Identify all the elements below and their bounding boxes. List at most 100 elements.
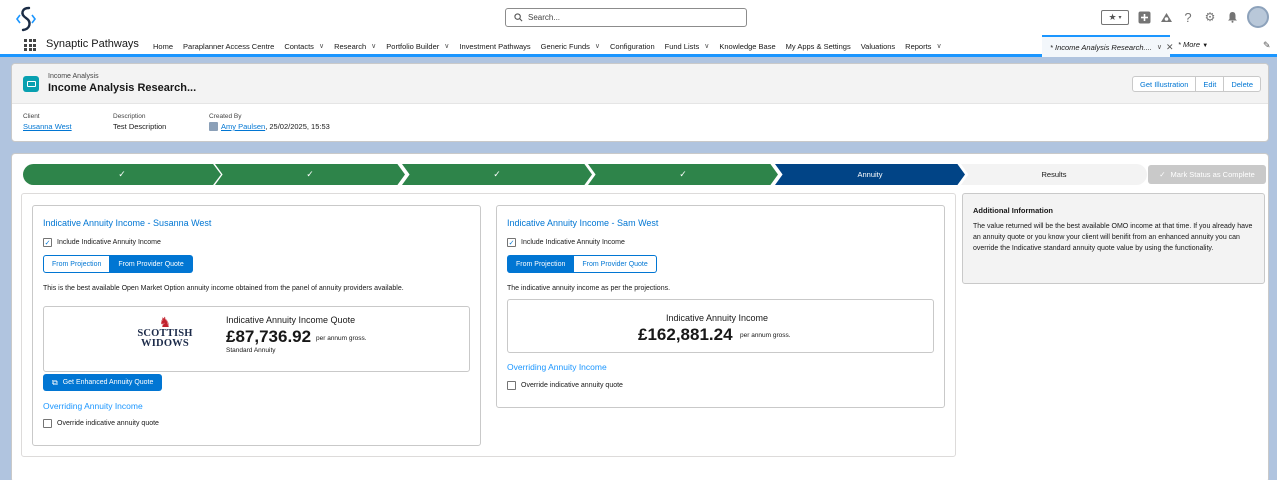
avatar[interactable] <box>1247 6 1269 28</box>
overriding-title: Overriding Annuity Income <box>507 362 607 372</box>
user-icon <box>209 122 218 131</box>
nav-item-label: Fund Lists <box>664 41 700 51</box>
chevron-down-icon[interactable]: ∨ <box>444 42 449 50</box>
nav-item-valuations[interactable]: Valuations <box>861 42 895 51</box>
annuity-amount: £87,736.92 <box>226 327 312 346</box>
nav-item-paraplanner-access-centre[interactable]: Paraplanner Access Centre <box>183 42 274 51</box>
created-by-date: , 25/02/2025, 15:53 <box>265 122 330 131</box>
status-path: ✓ ✓ ✓ ✓ Annuity Results <box>23 164 1147 185</box>
search-input[interactable]: Search... <box>505 8 747 27</box>
nav-item-investment-pathways[interactable]: Investment Pathways <box>459 42 530 51</box>
tab-label: * Income Analysis Research.... <box>1050 42 1152 52</box>
source-toggle: From Projection From Provider Quote <box>507 255 657 273</box>
include-annuity-checkbox[interactable]: ✓ <box>507 238 516 247</box>
override-checkbox[interactable] <box>43 419 52 428</box>
get-enhanced-annuity-quote-button[interactable]: ⧉ Get Enhanced Annuity Quote <box>43 374 163 391</box>
annuity-type: Standard Annuity <box>226 347 276 354</box>
nav-item-my-apps-settings[interactable]: My Apps & Settings <box>786 42 851 51</box>
nav-item-configuration[interactable]: Configuration <box>610 42 655 51</box>
from-provider-quote-button[interactable]: From Provider Quote <box>574 255 657 273</box>
check-icon: ✓ <box>1159 170 1166 179</box>
from-provider-quote-button[interactable]: From Provider Quote <box>110 255 193 273</box>
enhanced-button-label: Get Enhanced Annuity Quote <box>62 379 154 386</box>
nav-item-research[interactable]: Research ∨ <box>334 42 376 51</box>
favorites-button[interactable]: ★ ▾ <box>1101 9 1129 25</box>
chevron-down-icon[interactable]: ∨ <box>595 42 600 50</box>
chevron-down-icon[interactable]: ∨ <box>936 42 941 50</box>
nav-item-label: Home <box>153 41 174 51</box>
path-step-4[interactable]: ✓ <box>588 164 778 185</box>
nav-item-knowledge-base[interactable]: Knowledge Base <box>719 42 775 51</box>
source-toggle: From Projection From Provider Quote <box>43 255 193 273</box>
client-link[interactable]: Susanna West <box>23 122 72 131</box>
object-type-label: Income Analysis <box>48 73 99 80</box>
sam-annuity-panel: Indicative Annuity Income - Sam West ✓ I… <box>496 205 945 408</box>
provider-logo: ♞ SCOTTISH WIDOWS <box>135 315 195 349</box>
edit-button[interactable]: Edit <box>1195 76 1225 92</box>
help-icon[interactable]: ? <box>1181 10 1195 25</box>
app-launcher-icon[interactable] <box>24 39 36 51</box>
from-projection-button[interactable]: From Projection <box>507 255 575 273</box>
source-description: This is the best available Open Market O… <box>43 285 404 292</box>
chevron-down-icon[interactable]: ∨ <box>1157 43 1162 51</box>
chevron-down-icon[interactable]: ∨ <box>371 42 376 50</box>
created-by-user-link[interactable]: Amy Paulsen <box>221 122 265 131</box>
external-link-icon: ⧉ <box>52 377 58 387</box>
quote-box: ♞ SCOTTISH WIDOWS Indicative Annuity Inc… <box>43 306 470 372</box>
path-step-3[interactable]: ✓ <box>402 164 592 185</box>
path-step-annuity[interactable]: Annuity <box>775 164 965 185</box>
nav-item-label: My Apps & Settings <box>785 41 851 51</box>
app-name: Synaptic Pathways <box>46 38 139 50</box>
path-step-1[interactable]: ✓ <box>23 164 221 185</box>
chevron-down-icon: ▼ <box>1202 43 1209 49</box>
override-checkbox[interactable] <box>507 381 516 390</box>
nav-item-reports[interactable]: Reports ∨ <box>905 42 941 51</box>
quote-title: Indicative Annuity Income <box>666 313 769 323</box>
chevron-down-icon[interactable]: ∨ <box>704 42 709 50</box>
description-value: Test Description <box>113 122 167 131</box>
check-icon: ✓ <box>493 169 501 179</box>
annuity-amount: £162,881.24 <box>638 325 733 344</box>
nav-item-label: Research <box>334 41 367 51</box>
susanna-annuity-panel: Indicative Annuity Income - Susanna West… <box>32 205 481 446</box>
path-step-results[interactable]: Results <box>961 164 1147 185</box>
nav-item-home[interactable]: Home <box>153 42 173 51</box>
nav-item-label: Paraplanner Access Centre <box>183 41 275 51</box>
created-by-label: Created By <box>209 113 242 120</box>
nav-item-label: Portfolio Builder <box>386 41 440 51</box>
mark-status-complete-button[interactable]: ✓ Mark Status as Complete <box>1148 165 1266 184</box>
trailhead-icon[interactable] <box>1159 10 1173 24</box>
from-projection-button[interactable]: From Projection <box>43 255 111 273</box>
nav-item-contacts[interactable]: Contacts ∨ <box>284 42 324 51</box>
favorites-dropdown-icon[interactable]: ▾ <box>1119 14 1122 21</box>
nav-item-fund-lists[interactable]: Fund Lists ∨ <box>665 42 710 51</box>
tab-income-analysis-research[interactable]: * Income Analysis Research.... ∨ ✕ <box>1042 35 1174 57</box>
notifications-bell-icon[interactable] <box>1225 10 1239 24</box>
info-title: Additional Information <box>973 206 1053 215</box>
include-annuity-label: Include Indicative Annuity Income <box>521 239 625 246</box>
more-menu[interactable]: * More ▼ <box>1178 40 1208 49</box>
app-logo[interactable] <box>14 6 38 32</box>
path-step-2[interactable]: ✓ <box>215 164 405 185</box>
delete-button[interactable]: Delete <box>1223 76 1261 92</box>
get-illustration-button[interactable]: Get Illustration <box>1132 76 1197 92</box>
nav-item-label: Contacts <box>284 41 314 51</box>
chevron-down-icon[interactable]: ∨ <box>319 42 324 50</box>
global-header: Search... ★ ▾ ? ⚙ <box>0 0 1277 35</box>
override-row: Override indicative annuity quote <box>43 419 159 428</box>
nav-item-label: Knowledge Base <box>719 41 776 51</box>
setup-gear-icon[interactable]: ⚙ <box>1203 10 1217 24</box>
nav-item-generic-funds[interactable]: Generic Funds ∨ <box>541 42 600 51</box>
source-description: The indicative annuity income as per the… <box>507 285 671 292</box>
close-icon[interactable]: ✕ <box>1166 42 1174 53</box>
nav-item-label: Valuations <box>860 41 896 51</box>
edit-nav-pencil-icon[interactable]: ✎ <box>1263 40 1271 51</box>
include-annuity-checkbox[interactable]: ✓ <box>43 238 52 247</box>
override-label: Override indicative annuity quote <box>57 420 159 427</box>
nav-item-portfolio-builder[interactable]: Portfolio Builder ∨ <box>386 42 449 51</box>
favorites-star-icon: ★ <box>1108 11 1117 22</box>
global-actions-icon[interactable] <box>1137 10 1151 24</box>
quote-title: Indicative Annuity Income Quote <box>226 315 356 325</box>
additional-information-box: Additional Information The value returne… <box>962 193 1265 284</box>
app-nav-bar: Synaptic Pathways Home Paraplanner Access… <box>0 35 1277 57</box>
